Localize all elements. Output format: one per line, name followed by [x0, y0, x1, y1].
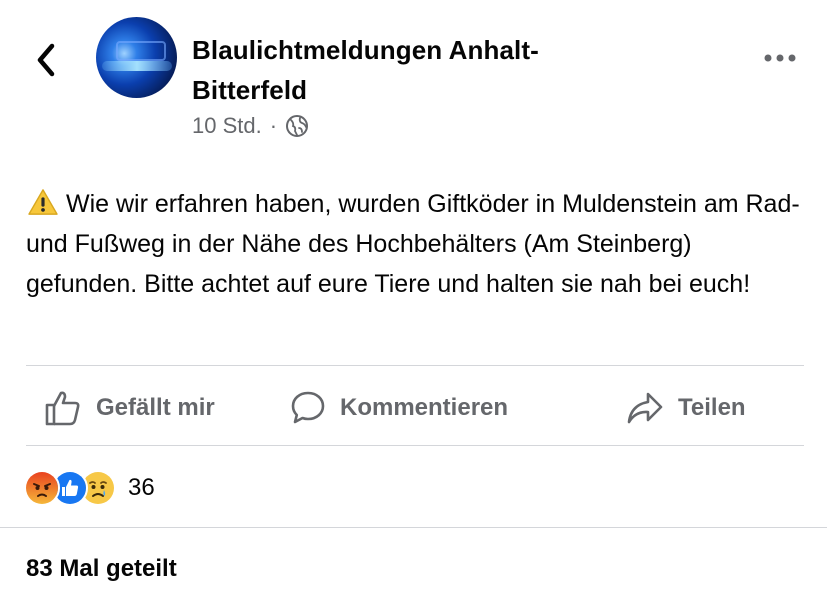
page-name[interactable]: Blaulichtmeldungen Anhalt- Bitterfeld [192, 30, 632, 110]
divider-section [0, 527, 827, 528]
reaction-count: 36 [128, 474, 155, 501]
post-time[interactable]: 10 Std. [192, 113, 262, 139]
more-options-icon [764, 54, 796, 62]
more-options-button[interactable] [760, 50, 800, 66]
page-name-line1: Blaulichtmeldungen Anhalt- [192, 35, 539, 65]
like-button[interactable]: Gefällt mir [44, 386, 215, 430]
globe-icon [286, 115, 309, 137]
reactions-summary[interactable]: 36 [24, 470, 155, 506]
comment-button[interactable]: Kommentieren [290, 386, 508, 430]
share-icon [627, 392, 663, 424]
divider-top [26, 365, 804, 366]
divider-bottom [26, 445, 804, 446]
warning-icon [28, 189, 58, 215]
back-button[interactable] [30, 40, 64, 80]
share-button[interactable]: Teilen [626, 386, 746, 430]
chevron-left-icon [37, 43, 55, 77]
post-text: Wie wir erfahren haben, wurden Giftköder… [26, 190, 800, 298]
post-meta: 10 Std. · [192, 113, 309, 139]
post-body: Wie wir erfahren haben, wurden Giftköder… [26, 184, 806, 304]
share-count[interactable]: 83 Mal geteilt [26, 555, 177, 583]
thumbs-up-icon [45, 391, 80, 426]
comment-label: Kommentieren [340, 394, 509, 421]
like-label: Gefällt mir [96, 394, 215, 421]
meta-separator: · [269, 113, 278, 138]
comment-icon [291, 391, 325, 424]
page-avatar[interactable] [96, 17, 177, 98]
page-name-line2: Bitterfeld [192, 75, 308, 105]
angry-reaction-icon [24, 470, 60, 506]
share-label: Teilen [678, 394, 746, 421]
